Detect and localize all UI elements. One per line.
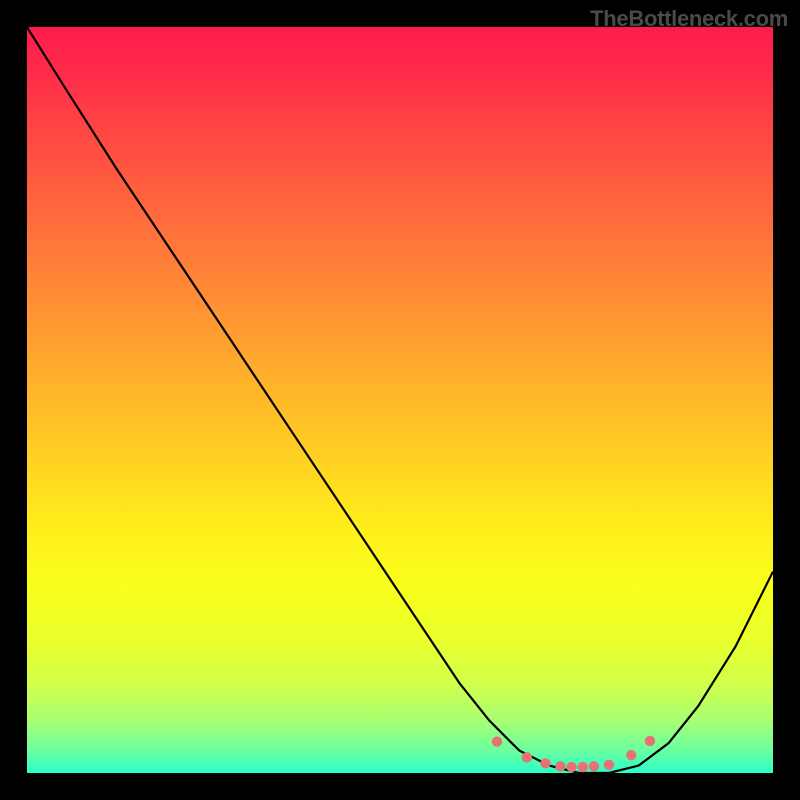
highlight-points [492, 736, 655, 773]
highlight-point [522, 752, 532, 762]
highlight-point [626, 750, 636, 760]
highlight-point [540, 758, 550, 768]
watermark-label: TheBottleneck.com [590, 6, 788, 32]
highlight-point [492, 736, 502, 746]
highlight-point [566, 762, 576, 772]
chart-plot-area [27, 27, 773, 773]
highlight-point [589, 761, 599, 771]
highlight-point [645, 736, 655, 746]
highlight-point [604, 760, 614, 770]
highlight-point [578, 762, 588, 772]
chart-scatter-layer [27, 27, 773, 773]
highlight-point [555, 761, 565, 771]
